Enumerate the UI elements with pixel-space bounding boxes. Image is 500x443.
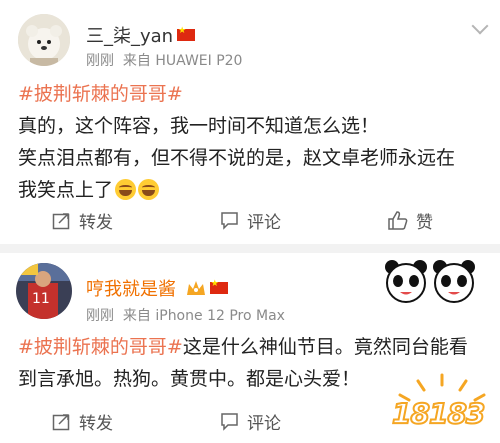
comment-button[interactable]: 评论 bbox=[220, 198, 281, 242]
comment-icon bbox=[221, 211, 238, 230]
username[interactable]: 三_柒_yan bbox=[86, 22, 196, 48]
post-text: #披荆斩棘的哥哥# 真的，这个阵容，我一时间不知道怎么选！ 笑点泪点都有，但不得… bbox=[18, 78, 486, 206]
thumbs-up-icon bbox=[388, 210, 408, 230]
action-bar: 转发 评论 赞 bbox=[0, 198, 500, 242]
watermark-logo: 18183 bbox=[388, 371, 496, 441]
comment-icon bbox=[221, 412, 238, 431]
repost-icon bbox=[52, 413, 70, 430]
svg-text:11: 11 bbox=[32, 291, 50, 307]
laugh-cry-emoji-icon bbox=[115, 179, 137, 200]
china-flag-icon bbox=[209, 279, 228, 294]
repost-button[interactable]: 转发 bbox=[52, 399, 113, 443]
repost-label: 转发 bbox=[79, 413, 113, 434]
post-source: 来自 iPhone 12 Pro Max bbox=[122, 308, 285, 324]
post-meta: 刚刚 来自 HUAWEI P20 bbox=[86, 50, 242, 70]
post-source: 来自 HUAWEI P20 bbox=[122, 53, 243, 69]
like-label: 赞 bbox=[416, 212, 433, 233]
post-card: 三_柒_yan 刚刚 来自 HUAWEI P20 #披荆斩棘的哥哥# 真的，这个… bbox=[0, 0, 500, 244]
panda-sticker-icon bbox=[385, 260, 475, 303]
topic-link[interactable]: #披荆斩棘的哥哥# bbox=[18, 336, 183, 358]
username[interactable]: 哼我就是酱 bbox=[86, 275, 228, 301]
username-text[interactable]: 哼我就是酱 bbox=[86, 279, 176, 300]
topic-link[interactable]: #披荆斩棘的哥哥# bbox=[18, 83, 183, 105]
comment-label: 评论 bbox=[247, 212, 281, 233]
post-meta: 刚刚 来自 iPhone 12 Pro Max bbox=[86, 305, 285, 325]
vip-crown-icon bbox=[186, 281, 205, 295]
comment-label: 评论 bbox=[247, 413, 281, 434]
china-flag-icon bbox=[177, 26, 196, 41]
repost-label: 转发 bbox=[79, 212, 113, 233]
repost-button[interactable]: 转发 bbox=[52, 198, 113, 242]
bear-avatar-icon bbox=[18, 14, 70, 66]
post-time: 刚刚 bbox=[86, 53, 114, 69]
chevron-down-icon[interactable] bbox=[471, 17, 489, 35]
post-text-line: 笑点泪点都有，但不得不说的是，赵文卓老师永远在 bbox=[18, 147, 456, 169]
repost-icon bbox=[52, 212, 70, 229]
laugh-cry-emoji-icon bbox=[138, 179, 160, 200]
post-text-line: 真的，这个阵容，我一时间不知道怎么选！ bbox=[18, 115, 380, 137]
post-time: 刚刚 bbox=[86, 308, 114, 324]
post-text-line: 这是什么神仙节目。竟然同台能看 bbox=[182, 336, 468, 358]
watermark-text: 18183 bbox=[391, 396, 486, 431]
player-avatar-icon: 11 bbox=[16, 263, 72, 319]
like-button[interactable]: 赞 bbox=[388, 198, 433, 242]
avatar[interactable] bbox=[18, 14, 70, 66]
post-card: 11 哼我就是酱 刚刚 来自 iPhone 12 Pro Max #披荆斩棘的哥… bbox=[0, 253, 500, 443]
comment-button[interactable]: 评论 bbox=[220, 399, 281, 443]
username-text[interactable]: 三_柒_yan bbox=[86, 26, 173, 47]
avatar[interactable]: 11 bbox=[16, 263, 72, 319]
